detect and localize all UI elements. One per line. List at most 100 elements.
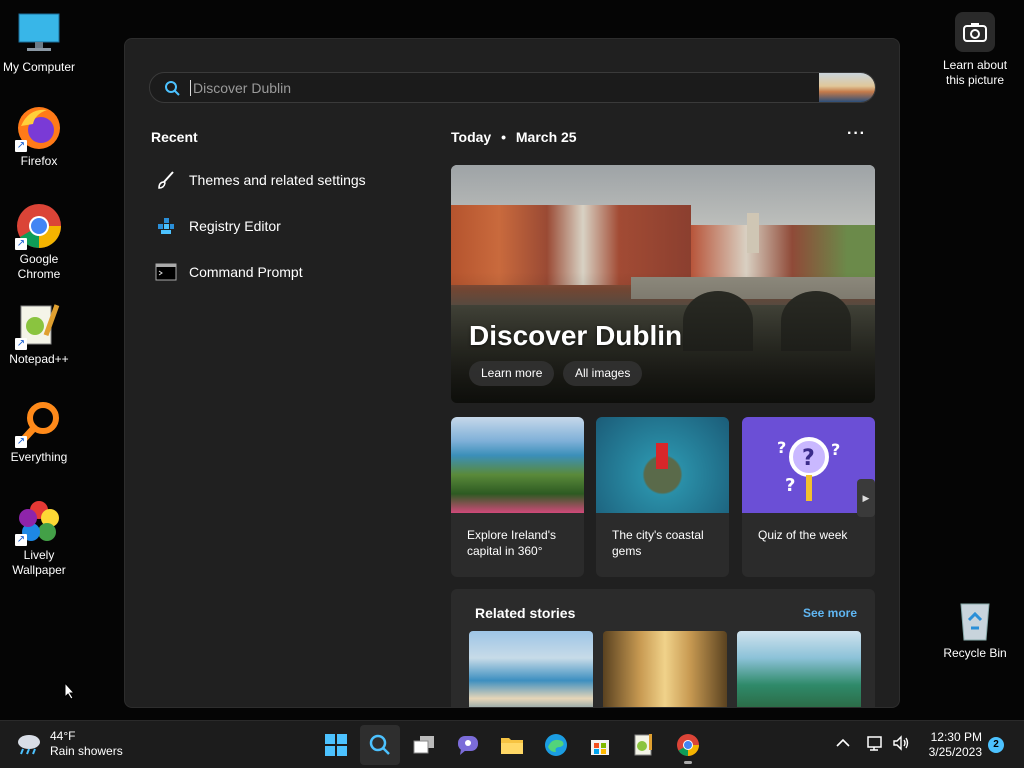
chevron-up-icon — [836, 738, 850, 747]
chrome-icon: ↗ — [15, 202, 63, 250]
lively-wallpaper-icon: ↗ — [15, 498, 63, 546]
weather-desc: Rain showers — [50, 744, 123, 758]
start-button[interactable] — [316, 725, 356, 765]
rain-cloud-icon — [18, 735, 40, 755]
search-icon — [369, 734, 390, 755]
firefox-icon: ↗ — [15, 104, 63, 152]
desktop-icon-firefox[interactable]: ↗ Firefox — [0, 104, 78, 169]
recent-item-registry-editor[interactable]: Registry Editor — [155, 212, 415, 240]
search-box[interactable] — [149, 72, 876, 103]
chrome-taskbar-button[interactable] — [668, 725, 708, 765]
magnifier-question-icon: ???? — [777, 437, 840, 501]
notification-badge[interactable]: 2 — [988, 737, 1004, 753]
network-button[interactable] — [866, 735, 884, 754]
search-icon — [165, 80, 180, 96]
svg-text:?: ? — [802, 446, 815, 471]
today-label: Today — [451, 129, 492, 145]
related-stories-section: Related stories See more — [451, 589, 875, 707]
edge-button[interactable] — [536, 725, 576, 765]
shortcut-arrow-icon: ↗ — [15, 238, 27, 250]
today-heading: Today • March 25 — [451, 129, 577, 145]
volume-button[interactable] — [892, 735, 910, 754]
windows-logo-icon — [325, 734, 347, 756]
camera-icon — [955, 12, 995, 52]
card-quiz-of-week[interactable]: ???? Quiz of the week — [742, 417, 875, 577]
volume-icon — [893, 735, 909, 751]
command-prompt-icon — [155, 261, 177, 283]
see-more-link[interactable]: See more — [803, 606, 857, 620]
clock-date: 3/25/2023 — [928, 745, 982, 759]
lighthouse-icon — [656, 443, 668, 469]
show-hidden-icons-button[interactable] — [836, 735, 850, 751]
desktop-icon-label: My Computer — [2, 60, 76, 74]
task-view-icon — [413, 736, 434, 754]
search-panel: Recent Themes and related settings Regis… — [124, 38, 900, 708]
notepadpp-icon — [634, 734, 652, 756]
desktop-icon-notepadpp[interactable]: ↗ Notepad++ — [0, 302, 78, 367]
desktop-icon-label: Notepad++ — [9, 352, 69, 366]
desktop-icon-label: Everything — [10, 450, 68, 464]
recent-item-themes[interactable]: Themes and related settings — [155, 166, 415, 194]
hero-card[interactable]: Discover Dublin Learn more All images — [451, 165, 875, 403]
file-explorer-button[interactable] — [492, 725, 532, 765]
shortcut-arrow-icon: ↗ — [15, 338, 27, 350]
recent-heading: Recent — [151, 129, 198, 145]
search-highlight-thumbnail[interactable] — [819, 73, 875, 102]
weather-temp: 44°F — [50, 729, 76, 743]
weather-widget[interactable]: 44°F Rain showers — [16, 729, 123, 759]
clock[interactable]: 12:30 PM 3/25/2023 — [922, 730, 982, 760]
next-arrow-icon[interactable]: ▶ — [857, 479, 875, 517]
recent-item-command-prompt[interactable]: Command Prompt — [155, 258, 415, 286]
all-images-button[interactable]: All images — [563, 361, 643, 386]
learn-about-label: Learn about this picture — [942, 58, 1008, 87]
folder-icon — [501, 738, 523, 754]
today-date: March 25 — [515, 129, 577, 145]
taskbar-search-button[interactable] — [360, 725, 400, 765]
related-story-thumbnail[interactable] — [603, 631, 727, 707]
shortcut-arrow-icon: ↗ — [15, 436, 27, 448]
card-coastal-gems[interactable]: The city's coastal gems — [596, 417, 729, 577]
learn-more-button[interactable]: Learn more — [469, 361, 555, 386]
desktop-icon-label: Lively Wallpaper — [12, 548, 66, 577]
mouse-cursor-icon — [64, 682, 76, 700]
card-caption: Quiz of the week — [758, 528, 848, 542]
store-button[interactable] — [580, 725, 620, 765]
svg-text:?: ? — [777, 438, 786, 457]
taskbar: 44°F Rain showers 12:30 PM 3/25/2023 2 — [0, 720, 1024, 768]
card-caption: Explore Ireland's capital in 360° — [467, 528, 557, 558]
related-stories-title: Related stories — [475, 605, 576, 621]
card-image — [596, 417, 729, 513]
desktop-icon-recycle-bin[interactable]: Recycle Bin — [936, 596, 1014, 661]
network-icon — [867, 736, 882, 751]
search-input[interactable] — [190, 79, 790, 96]
chat-icon — [458, 736, 478, 755]
monitor-icon — [15, 10, 63, 58]
desktop-icon-chrome[interactable]: ↗ Google Chrome — [0, 202, 78, 282]
svg-text:?: ? — [831, 440, 840, 459]
desktop-icon-everything[interactable]: ↗ Everything — [0, 400, 78, 465]
desktop-icon-label: Recycle Bin — [943, 646, 1007, 660]
clock-time: 12:30 PM — [930, 730, 982, 744]
chrome-icon — [677, 734, 699, 756]
card-explore-ireland[interactable]: Explore Ireland's capital in 360° — [451, 417, 584, 577]
desktop-icon-my-computer[interactable]: My Computer — [0, 10, 78, 75]
card-caption: The city's coastal gems — [612, 528, 704, 558]
teams-chat-button[interactable] — [448, 725, 488, 765]
today-separator: • — [501, 129, 506, 145]
recent-item-label: Command Prompt — [189, 264, 303, 280]
related-story-thumbnail[interactable] — [469, 631, 593, 707]
more-options-button[interactable]: ··· — [847, 125, 866, 143]
recent-item-label: Themes and related settings — [189, 172, 366, 188]
recent-item-label: Registry Editor — [189, 218, 281, 234]
learn-about-picture[interactable]: Learn about this picture — [936, 12, 1014, 88]
recycle-bin-icon — [951, 596, 999, 644]
desktop-icon-lively-wallpaper[interactable]: ↗ Lively Wallpaper — [0, 498, 78, 578]
task-view-button[interactable] — [404, 725, 444, 765]
shortcut-arrow-icon: ↗ — [15, 140, 27, 152]
hero-title[interactable]: Discover Dublin — [469, 320, 682, 352]
paintbrush-icon — [155, 169, 177, 191]
related-story-thumbnail[interactable] — [737, 631, 861, 707]
edge-icon — [545, 734, 567, 756]
notepadpp-taskbar-button[interactable] — [624, 725, 664, 765]
card-image — [451, 417, 584, 513]
